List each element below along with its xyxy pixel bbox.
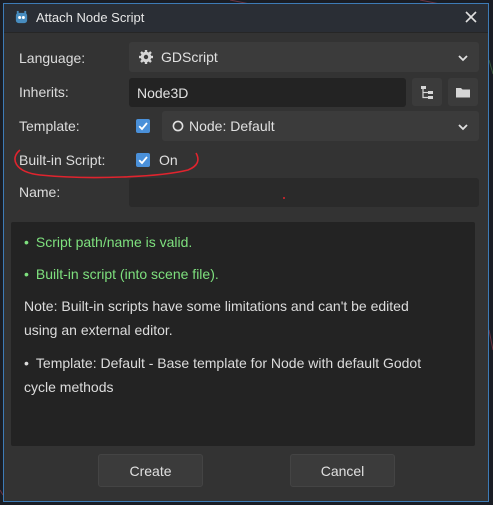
template-dropdown[interactable]: Node: Default	[162, 111, 479, 141]
template-description-line2: cycle methods	[24, 379, 114, 395]
template-description-line1: • Template: Default - Base template for N…	[24, 355, 422, 371]
language-dropdown[interactable]: GDScript	[129, 42, 479, 72]
class-tree-button[interactable]	[412, 78, 442, 106]
language-label: Language:	[19, 50, 86, 66]
inherits-label: Inherits:	[19, 84, 69, 100]
checkmark-icon	[138, 122, 148, 131]
godot-icon	[15, 10, 28, 24]
template-value: Node: Default	[189, 118, 275, 134]
class-tree-icon	[421, 86, 433, 99]
create-button[interactable]: Create	[98, 454, 203, 487]
chevron-down-icon	[458, 124, 468, 131]
status-builtin: • Built-in script (into scene file).	[24, 266, 219, 282]
validation-info-panel: • Script path/name is valid. • Built-in sc…	[11, 222, 475, 446]
template-label: Template:	[19, 118, 80, 134]
circle-icon	[172, 120, 184, 132]
gear-icon	[139, 50, 153, 64]
window-title: Attach Node Script	[36, 10, 145, 25]
language-value: GDScript	[161, 49, 218, 65]
folder-icon	[456, 88, 470, 98]
name-input[interactable]	[129, 178, 479, 207]
chevron-down-icon	[458, 55, 468, 62]
name-label: Name:	[19, 184, 61, 200]
browse-folder-button[interactable]	[448, 78, 478, 106]
cancel-button[interactable]: Cancel	[290, 454, 395, 487]
note-text-line2: using an external editor.	[24, 322, 173, 338]
note-text-line1: Note: Built-in scripts have some limitat…	[24, 298, 409, 314]
template-checkbox[interactable]	[136, 119, 150, 133]
close-icon[interactable]	[462, 8, 480, 26]
annotation-dot	[283, 197, 285, 199]
status-path-valid: • Script path/name is valid.	[24, 234, 193, 250]
inherits-value: Node3D	[137, 85, 189, 101]
title-bar: Attach Node Script	[4, 4, 488, 33]
inherits-input[interactable]: Node3D	[129, 78, 406, 107]
